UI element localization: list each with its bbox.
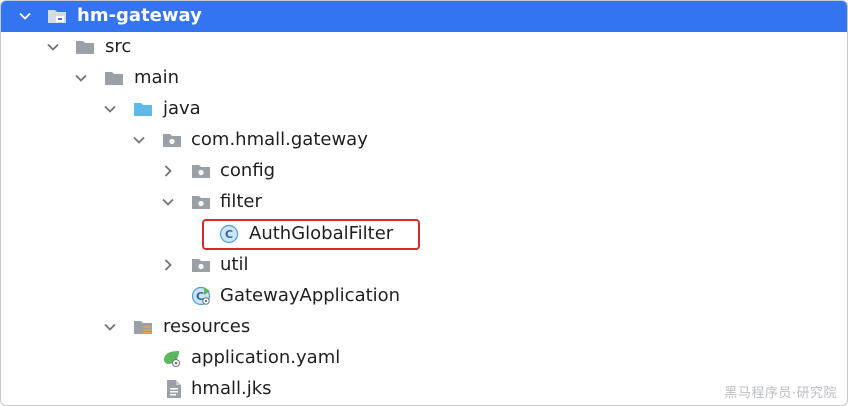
chevron-down-icon[interactable]	[73, 70, 89, 86]
tree-item-auth-global-filter[interactable]: C AuthGlobalFilter	[1, 219, 847, 250]
resources-folder-icon	[134, 321, 152, 334]
folder-icon	[76, 41, 94, 54]
tree-item-label: util	[220, 254, 249, 275]
package-icon	[192, 196, 210, 209]
tree-item-application-yaml[interactable]: application.yaml	[1, 343, 847, 374]
chevron-down-icon[interactable]	[131, 132, 147, 148]
tree-item-config[interactable]: config	[1, 156, 847, 187]
chevron-right-icon[interactable]	[160, 163, 176, 179]
tree-item-package-com-hmall-gateway[interactable]: com.hmall.gateway	[1, 125, 847, 156]
folder-icon	[105, 72, 123, 85]
tree-item-label: com.hmall.gateway	[191, 129, 368, 150]
chevron-down-icon[interactable]	[45, 39, 61, 55]
tree-item-label: hm-gateway	[77, 5, 202, 26]
tree-item-util[interactable]: util	[1, 250, 847, 281]
chevron-right-icon[interactable]	[160, 257, 176, 273]
tree-item-filter[interactable]: filter	[1, 187, 847, 218]
tree-item-main[interactable]: main	[1, 63, 847, 94]
tree-item-gateway-application[interactable]: C GatewayApplication	[1, 281, 847, 312]
chevron-down-icon[interactable]	[102, 101, 118, 117]
tree-item-label: application.yaml	[191, 347, 341, 368]
folder-module-icon	[48, 10, 66, 23]
tree-item-hm-gateway[interactable]: hm-gateway	[1, 1, 847, 32]
package-icon	[192, 165, 210, 178]
spring-yaml-icon	[164, 351, 180, 367]
tree-item-resources[interactable]: resources	[1, 312, 847, 343]
tree-item-java[interactable]: java	[1, 94, 847, 125]
project-tree-panel: hm-gateway src main java com.hmall.gatew…	[0, 0, 848, 406]
watermark: 黑马程序员·研究院	[724, 386, 837, 401]
package-icon	[192, 259, 210, 272]
tree-item-label: GatewayApplication	[220, 285, 401, 306]
chevron-down-icon[interactable]	[17, 8, 33, 24]
tree-item-src[interactable]: src	[1, 32, 847, 63]
tree-item-label: java	[163, 98, 201, 119]
chevron-down-icon[interactable]	[102, 319, 118, 335]
tree-item-label: src	[105, 36, 132, 57]
package-icon	[163, 134, 181, 147]
tree-item-label: main	[134, 67, 179, 88]
tree-item-hmall-jks[interactable]: hmall.jks	[1, 374, 847, 405]
file-icon	[167, 380, 181, 398]
tree-item-label: config	[220, 160, 276, 181]
tree-item-label: filter	[220, 191, 262, 212]
source-folder-icon	[134, 103, 152, 116]
highlight-annotation-box	[202, 219, 420, 250]
tree-item-label: resources	[163, 316, 251, 337]
chevron-down-icon[interactable]	[160, 194, 176, 210]
spring-boot-class-icon: C	[191, 286, 211, 306]
tree-item-label: hmall.jks	[191, 378, 272, 399]
